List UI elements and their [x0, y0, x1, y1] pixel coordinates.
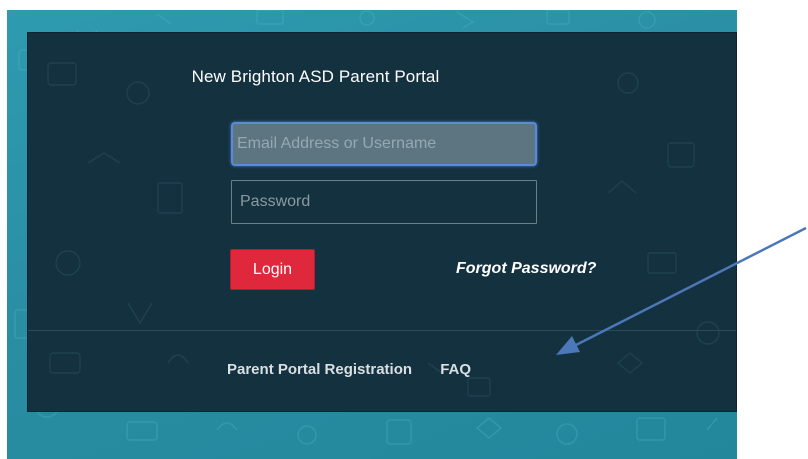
- faq-link[interactable]: FAQ: [440, 361, 471, 378]
- panel-divider: [28, 330, 736, 331]
- email-username-input[interactable]: [231, 122, 537, 166]
- portal-background: New Brighton ASD Parent Portal Login For…: [7, 10, 737, 459]
- portal-title: New Brighton ASD Parent Portal: [191, 67, 440, 86]
- login-button[interactable]: Login: [230, 249, 315, 290]
- password-input[interactable]: [231, 180, 537, 224]
- forgot-password-link[interactable]: Forgot Password?: [456, 260, 596, 278]
- footer-links: Parent Portal Registration FAQ: [227, 361, 471, 378]
- page: New Brighton ASD Parent Portal Login For…: [0, 0, 808, 459]
- parent-portal-registration-link[interactable]: Parent Portal Registration: [227, 361, 412, 378]
- login-panel: New Brighton ASD Parent Portal Login For…: [27, 32, 737, 412]
